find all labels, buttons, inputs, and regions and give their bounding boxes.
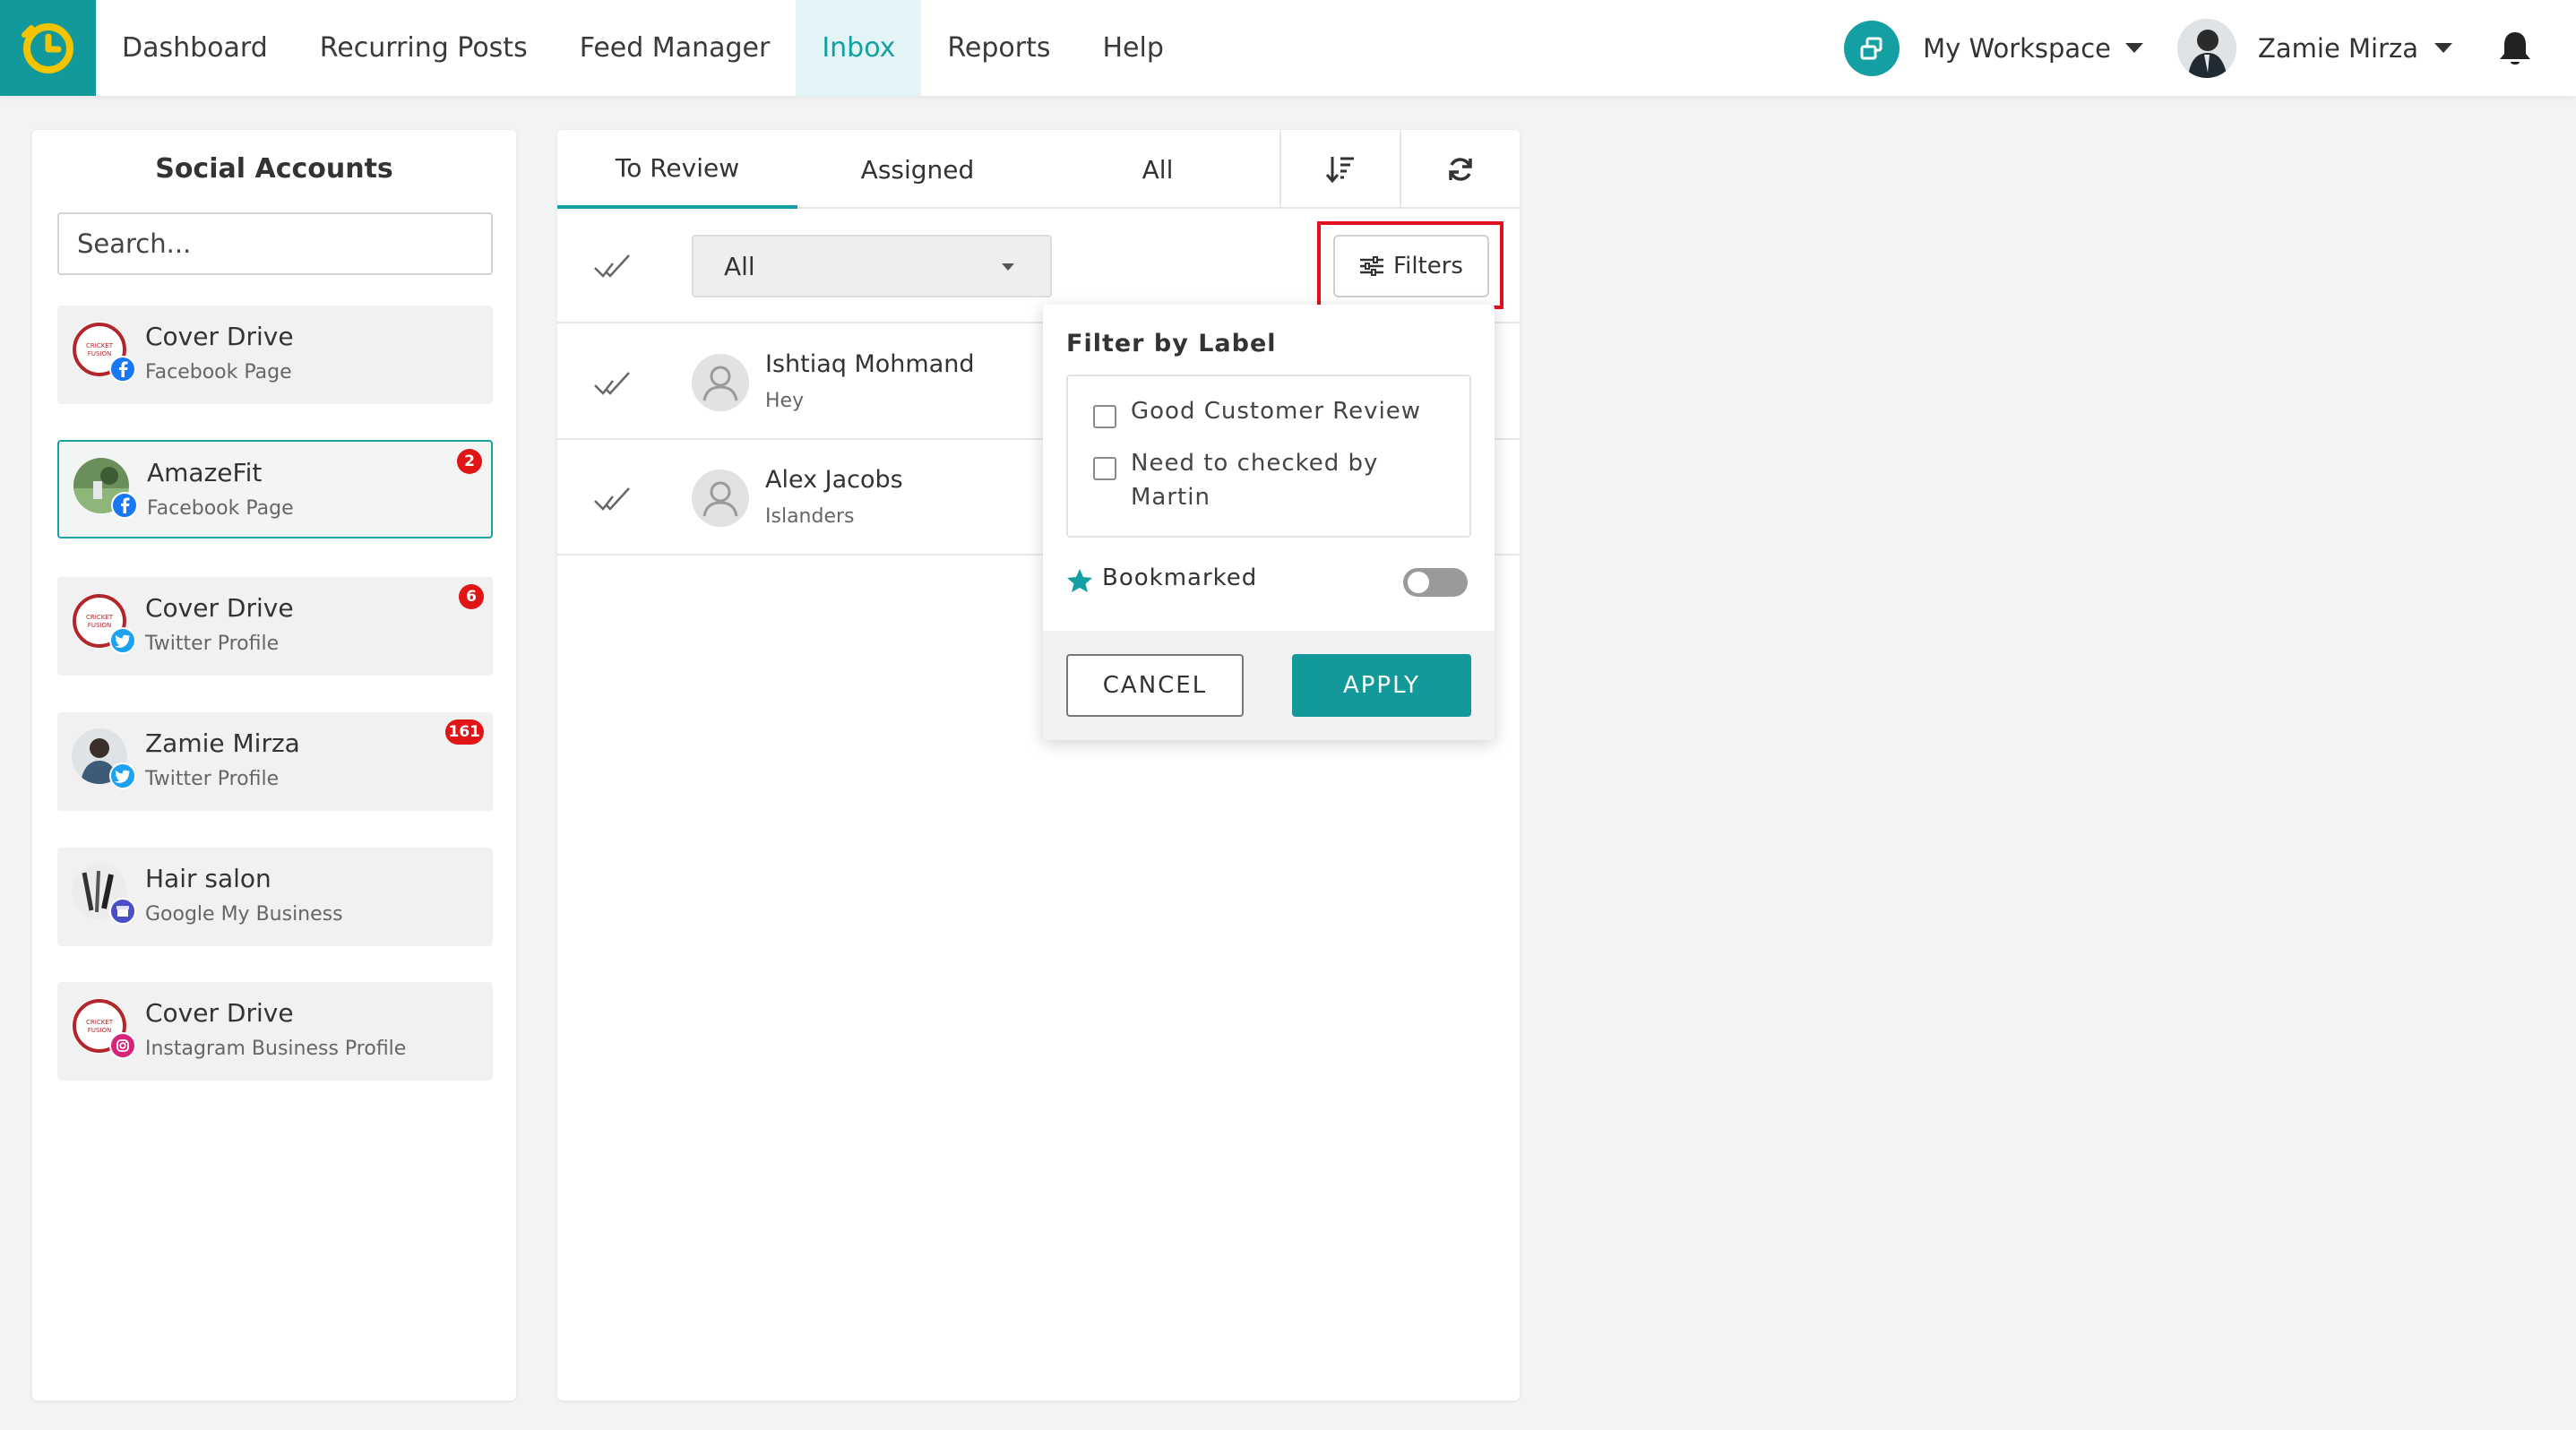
- account-item[interactable]: CRICKET FUSION Cover Drive Twitter Profil…: [57, 577, 493, 676]
- unread-count-badge: 6: [459, 584, 484, 609]
- message-preview: Islanders: [765, 505, 855, 528]
- mark-all-done-icon[interactable]: [593, 253, 633, 281]
- tab-to-review[interactable]: To Review: [557, 130, 797, 209]
- sort-icon: [1325, 157, 1354, 184]
- sidebar-title: Social Accounts: [155, 153, 393, 185]
- account-type: Instagram Business Profile: [145, 1038, 407, 1060]
- account-item[interactable]: CRICKET FUSION Cover Drive Instagram Busi…: [57, 982, 493, 1081]
- account-type: Twitter Profile: [145, 633, 280, 655]
- notification-bell-icon[interactable]: [2497, 29, 2533, 68]
- cancel-button[interactable]: CANCEL: [1066, 654, 1244, 717]
- svg-text:CRICKET: CRICKET: [86, 1019, 114, 1026]
- account-name: Cover Drive: [145, 322, 294, 351]
- tab-assigned[interactable]: Assigned: [797, 130, 1038, 209]
- svg-text:CRICKET: CRICKET: [86, 614, 114, 621]
- sort-button[interactable]: [1279, 130, 1400, 209]
- nav-inbox[interactable]: Inbox: [796, 0, 922, 96]
- account-name: Cover Drive: [145, 593, 294, 623]
- contact-avatar: [692, 469, 749, 527]
- refresh-icon: [1449, 158, 1472, 181]
- filters-label: Filters: [1393, 253, 1463, 280]
- person-placeholder-icon: [702, 481, 738, 517]
- account-item-selected[interactable]: AmazeFit Facebook Page 2: [57, 440, 493, 538]
- account-item[interactable]: Zamie Mirza Twitter Profile 161: [57, 712, 493, 811]
- inbox-tabs: To Review Assigned All: [557, 130, 1520, 209]
- workspace-name[interactable]: My Workspace: [1923, 33, 2111, 64]
- instagram-icon: [109, 1032, 136, 1059]
- social-accounts-sidebar: Social Accounts CRICKETFUSION Cover Driv…: [32, 130, 516, 1400]
- top-navigation-bar: Dashboard Recurring Posts Feed Manager I…: [0, 0, 2576, 96]
- contact-name: Alex Jacobs: [765, 466, 903, 494]
- account-type: Facebook Page: [145, 361, 292, 383]
- user-menu-caret-icon[interactable]: [2434, 43, 2452, 53]
- mark-done-icon[interactable]: [593, 370, 633, 399]
- select-caret-icon: [1002, 263, 1014, 271]
- main-nav: Dashboard Recurring Posts Feed Manager I…: [96, 0, 1190, 96]
- mark-done-icon[interactable]: [593, 486, 633, 514]
- workspace-caret-icon[interactable]: [2125, 43, 2143, 53]
- message-preview: Hey: [765, 390, 805, 412]
- sliders-icon: [1360, 256, 1384, 276]
- select-value: All: [724, 251, 755, 281]
- refresh-button[interactable]: [1400, 130, 1520, 209]
- nav-feed-manager[interactable]: Feed Manager: [554, 0, 797, 96]
- tab-all[interactable]: All: [1038, 130, 1278, 209]
- twitter-icon: [109, 762, 136, 789]
- contact-avatar: [692, 354, 749, 411]
- account-name: Cover Drive: [145, 998, 294, 1028]
- apply-button[interactable]: APPLY: [1292, 654, 1471, 717]
- account-type: Twitter Profile: [145, 768, 280, 790]
- nav-reports[interactable]: Reports: [921, 0, 1076, 96]
- nav-dashboard[interactable]: Dashboard: [96, 0, 294, 96]
- account-search-input[interactable]: [57, 212, 493, 275]
- clock-logo-icon: [21, 22, 73, 73]
- svg-text:FUSION: FUSION: [88, 350, 111, 358]
- account-name: Hair salon: [145, 864, 271, 893]
- unread-count-badge: 2: [457, 449, 482, 474]
- nav-recurring-posts[interactable]: Recurring Posts: [294, 0, 554, 96]
- toggle-knob: [1408, 572, 1429, 593]
- svg-text:FUSION: FUSION: [88, 622, 111, 629]
- user-name[interactable]: Zamie Mirza: [2258, 33, 2418, 64]
- svg-text:CRICKET: CRICKET: [86, 342, 114, 349]
- label-text[interactable]: Need to checked by Martin: [1131, 446, 1400, 514]
- filter-dropdown: Filter by Label Good Customer Review Nee…: [1043, 305, 1495, 740]
- label-list: Good Customer Review Need to checked by …: [1066, 375, 1471, 538]
- app-logo[interactable]: [0, 0, 96, 96]
- conversation-type-select[interactable]: All: [692, 235, 1052, 297]
- svg-text:FUSION: FUSION: [88, 1027, 111, 1034]
- person-placeholder-icon: [702, 366, 738, 401]
- nav-right-controls: My Workspace Zamie Mirza: [1844, 0, 2576, 96]
- label-text[interactable]: Good Customer Review: [1131, 394, 1421, 428]
- account-name: Zamie Mirza: [145, 728, 300, 758]
- workspace-icon[interactable]: [1844, 20, 1900, 76]
- google-my-business-icon: [109, 898, 136, 925]
- bookmarked-label: Bookmarked: [1102, 564, 1258, 591]
- facebook-icon: [111, 492, 138, 519]
- filter-footer: CANCEL APPLY: [1043, 631, 1495, 740]
- label-checkbox-good-customer-review[interactable]: [1093, 405, 1116, 428]
- twitter-icon: [109, 627, 136, 654]
- contact-name: Ishtiaq Mohmand: [765, 350, 975, 378]
- workspace-switch-icon: [1860, 37, 1882, 59]
- account-item[interactable]: Hair salon Google My Business: [57, 848, 493, 946]
- filter-by-label-title: Filter by Label: [1066, 330, 1277, 358]
- unread-count-badge: 161: [444, 719, 484, 745]
- facebook-icon: [109, 356, 136, 383]
- star-icon: [1067, 569, 1092, 592]
- account-type: Google My Business: [145, 903, 343, 926]
- user-avatar[interactable]: [2177, 18, 2236, 78]
- filters-button[interactable]: Filters: [1333, 235, 1489, 297]
- bookmarked-toggle[interactable]: [1403, 568, 1468, 597]
- nav-help[interactable]: Help: [1076, 0, 1189, 96]
- label-checkbox-need-to-checked[interactable]: [1093, 457, 1116, 480]
- account-type: Facebook Page: [147, 497, 294, 520]
- user-photo-icon: [2177, 18, 2236, 78]
- account-name: AmazeFit: [147, 458, 263, 487]
- account-item[interactable]: CRICKET FUSION Cover Drive Facebook Page: [57, 306, 493, 404]
